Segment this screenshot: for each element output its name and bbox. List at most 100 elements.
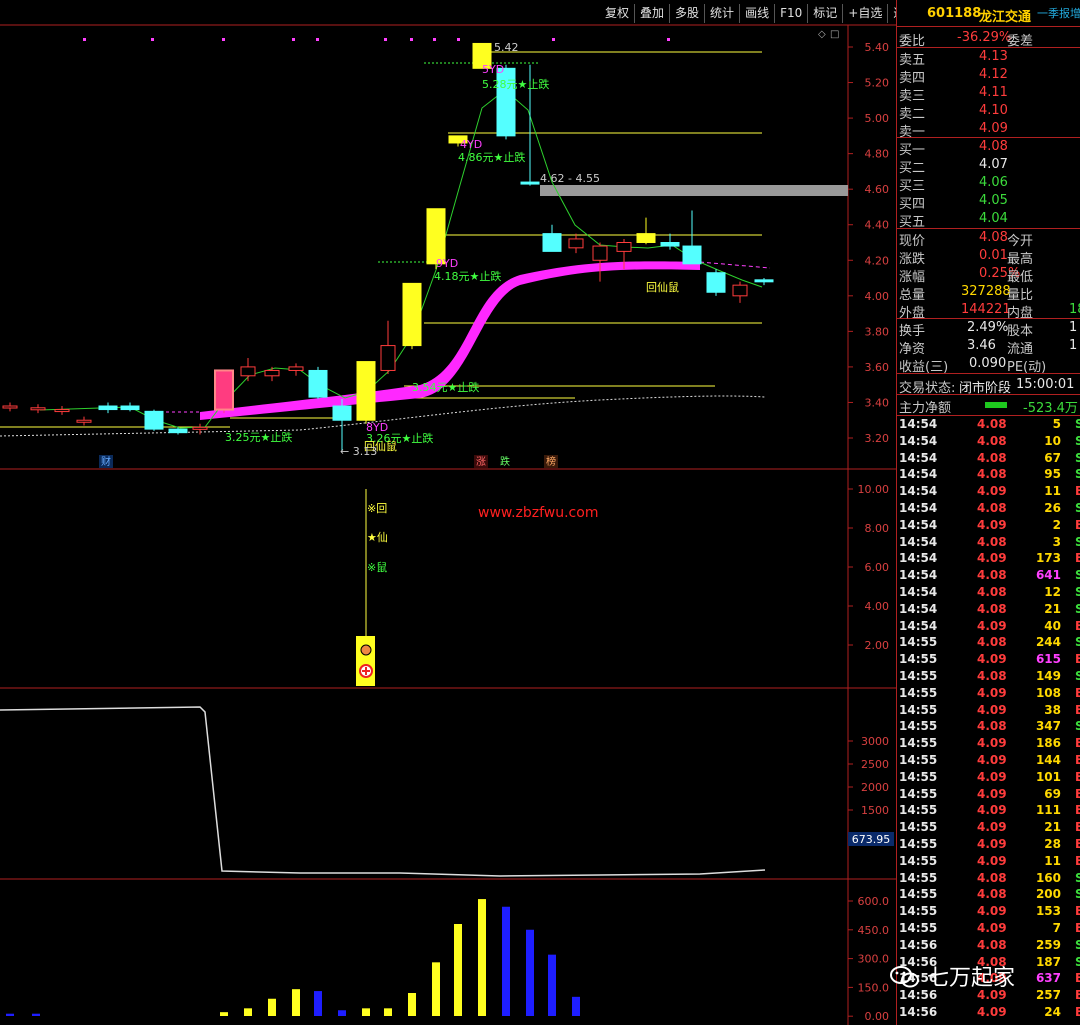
- tick-side: B: [1075, 652, 1080, 666]
- price-axis-label: 3.40: [865, 396, 890, 409]
- report-tag[interactable]: 一季报增: [1037, 5, 1080, 21]
- tick-volume: 257: [1035, 988, 1061, 1003]
- candle-body: [98, 405, 118, 411]
- tick-row: 14:54 4.08 26 S: [897, 501, 1080, 518]
- magenta-band: [200, 261, 700, 420]
- tick-row: 14:55 4.08 200 S: [897, 887, 1080, 904]
- tick-row: 14:54 4.08 67 S: [897, 451, 1080, 468]
- stat2-row: 换手 2.49% 股本 1: [897, 320, 1080, 339]
- stat2-label: 流通: [1007, 342, 1034, 357]
- tick-side: B: [1075, 551, 1080, 565]
- tick-time: 14:55: [899, 887, 938, 902]
- tick-time: 14:54: [899, 601, 938, 616]
- divider: [897, 415, 1080, 416]
- tick-side: B: [1075, 753, 1080, 767]
- toolbar-button[interactable]: F10: [774, 4, 807, 23]
- stat2-value: 3.46: [967, 338, 996, 353]
- toolbar-button[interactable]: 叠加: [634, 4, 669, 23]
- toolbar-button[interactable]: 统计: [704, 4, 739, 23]
- tick-row: 14:55 4.09 111 B: [897, 803, 1080, 820]
- stat-row: 总量 327288 量比: [897, 284, 1080, 303]
- divider: [897, 394, 1080, 395]
- stat-value: 18: [1069, 302, 1080, 317]
- tick-side: B: [1075, 820, 1080, 834]
- volume-bar: [6, 1013, 14, 1016]
- kline-chart-area[interactable]: 5.40 5.20 5.00 4.80 4.60 4.40 4.20 4.00 3.80 3.60…: [0, 0, 896, 1025]
- candle-body: [568, 238, 584, 249]
- tick-volume: 40: [1044, 618, 1061, 633]
- tick-time: 14:55: [899, 635, 938, 650]
- tick-volume: 12: [1044, 585, 1061, 599]
- ask-row: 卖四 4.12: [897, 67, 1080, 86]
- signal-dot: [83, 38, 86, 41]
- tick-volume: 144: [1035, 753, 1061, 767]
- tick-row: 14:55 4.08 347 S: [897, 719, 1080, 736]
- indicator-line: [0, 706, 766, 877]
- bid-label: 买四: [899, 197, 926, 212]
- tick-time: 14:55: [899, 820, 938, 835]
- stat-label: 总量: [899, 288, 926, 303]
- tick-price: 4.08: [977, 467, 1007, 482]
- tick-volume: 149: [1035, 669, 1061, 683]
- candle-body: [2, 405, 18, 409]
- tick-side: B: [1075, 1005, 1080, 1019]
- stock-title: 601188 龙江交通 一季报增: [897, 4, 1080, 26]
- tick-time: 14:55: [899, 786, 938, 801]
- candle-body: [732, 284, 748, 297]
- tick-side: B: [1075, 770, 1080, 784]
- stat2-row: 收益(三) 0.090 PE(动): [897, 356, 1080, 375]
- stat-label: 最低: [1007, 270, 1034, 285]
- stat2-value: 1: [1069, 338, 1078, 353]
- candle-body: [288, 366, 304, 371]
- sub2-axis-label: 2500: [861, 758, 889, 771]
- tick-price: 4.08: [977, 585, 1007, 599]
- tick-row: 14:54 4.08 3S: [897, 535, 1080, 552]
- toolbar-button[interactable]: 画线: [739, 4, 774, 23]
- ask-price: 4.12: [979, 67, 1008, 82]
- volume-bar: [32, 1013, 40, 1016]
- tick-volume: 259: [1035, 937, 1061, 952]
- volume-bar: [432, 962, 440, 1016]
- tick-side: B: [1075, 703, 1080, 717]
- watermark: 七万起家: [890, 960, 1015, 992]
- signal-dot: [222, 38, 225, 41]
- netflow-bar: [985, 402, 1007, 408]
- bid-row: 买三 4.06: [897, 175, 1080, 194]
- candle-body: [308, 369, 328, 398]
- toolbar-button[interactable]: 多股: [669, 4, 704, 23]
- toolbar-button[interactable]: 标记: [807, 4, 842, 23]
- stat2-label: 收益(三): [899, 360, 949, 375]
- tick-row: 14:55 4.09 153 B: [897, 904, 1080, 921]
- tick-price: 4.09: [977, 853, 1007, 868]
- stat2-label: 净资: [899, 342, 926, 357]
- event-label: 财: [101, 455, 111, 468]
- price-axis-label: 4.40: [865, 219, 890, 232]
- tick-time: 14:55: [899, 736, 938, 751]
- price-axis-label: 3.80: [865, 325, 890, 338]
- bid-label: 买二: [899, 161, 926, 176]
- toolbar-button[interactable]: +自选: [842, 4, 887, 23]
- stop-label: 3.25元★止跌: [225, 430, 292, 444]
- tick-side: S: [1075, 871, 1080, 885]
- stat-row: 现价 4.08 今开: [897, 230, 1080, 249]
- tick-price: 4.09: [977, 618, 1007, 633]
- candle-body: [240, 366, 256, 377]
- huixianshu-label: 回仙鼠: [646, 280, 679, 294]
- bid-price: 4.07: [979, 157, 1008, 172]
- toolbar-button[interactable]: 复权: [600, 4, 634, 23]
- resistance-zone: [540, 185, 848, 196]
- tick-row: 14:54 4.08 641 S: [897, 568, 1080, 585]
- ask-price: 4.09: [979, 121, 1008, 136]
- stat-label: 涨跌: [899, 252, 926, 267]
- tick-price: 4.09: [977, 652, 1007, 667]
- tick-price: 4.09: [977, 837, 1007, 851]
- tick-price: 4.08: [977, 887, 1007, 902]
- stat-label: 涨幅: [899, 270, 926, 285]
- tick-side: S: [1075, 568, 1080, 582]
- tick-volume: 11: [1044, 484, 1061, 499]
- tick-time: 14:56: [899, 1005, 938, 1019]
- tick-side: S: [1075, 602, 1080, 616]
- signal-bar: [356, 636, 375, 686]
- candle-body: [30, 407, 46, 411]
- tick-volume: 641: [1035, 568, 1061, 583]
